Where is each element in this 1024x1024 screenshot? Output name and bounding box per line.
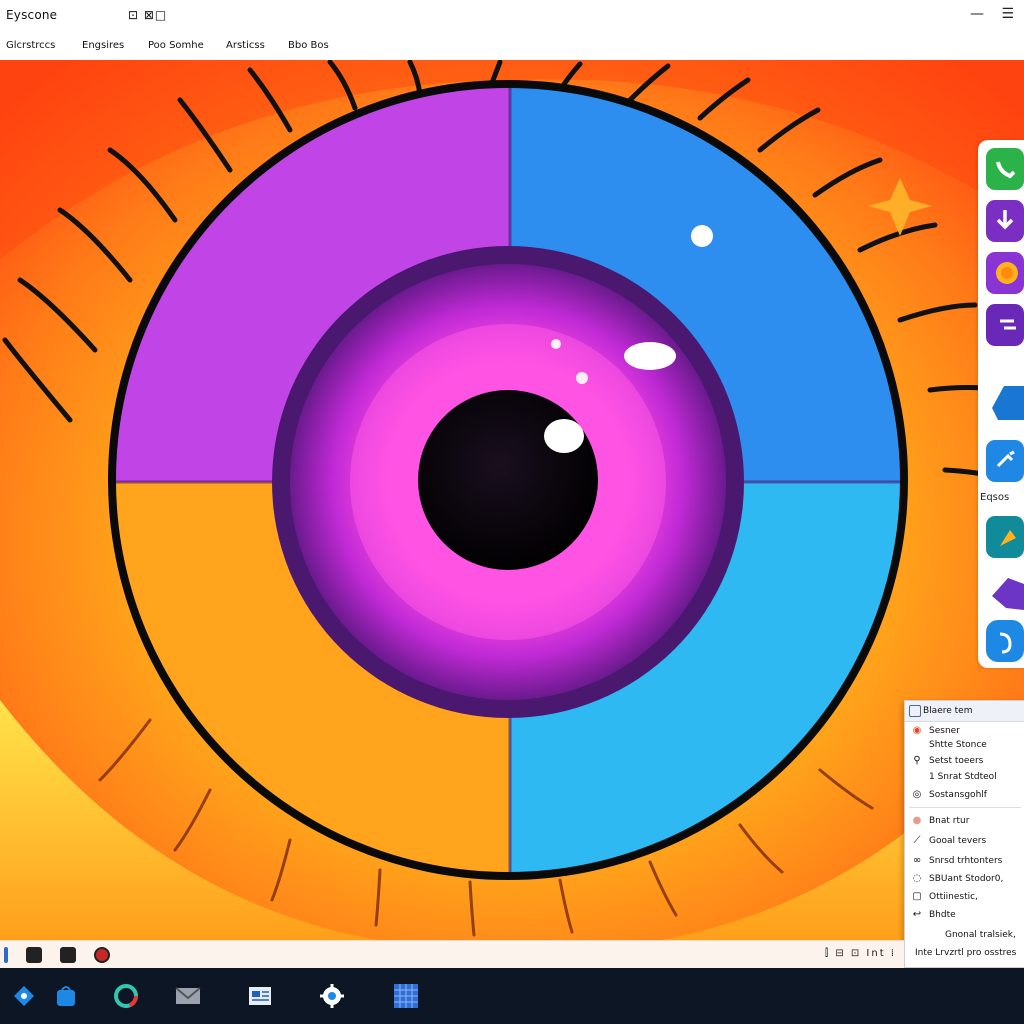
- tool-app-icon[interactable]: [986, 440, 1024, 482]
- brush-icon: ⟋: [913, 835, 921, 846]
- phone-app-icon[interactable]: [986, 148, 1024, 190]
- diamond-app-icon[interactable]: [10, 982, 38, 1010]
- eye-illustration: [0, 60, 1024, 940]
- status-indicator: [4, 947, 8, 963]
- loop-icon: ◌: [912, 873, 922, 884]
- highlight-top: [691, 225, 713, 247]
- terminal-icon[interactable]: [26, 947, 42, 963]
- mail-app-icon[interactable]: [174, 982, 202, 1010]
- menu-option[interactable]: 1 Snrat Stdteol: [905, 769, 1024, 787]
- menu-bar: Glcrstrccs Engsires Poo Somhe Arsticss B…: [0, 32, 1024, 61]
- pupil: [418, 390, 598, 570]
- context-menu-header: Blaere tem: [905, 701, 1024, 722]
- window-title: Eyscone: [6, 8, 58, 22]
- status-right-text: ⫿ ⊟ ⊡ Int ⁞: [824, 948, 896, 959]
- dock-caption: Eqsos: [980, 492, 1010, 503]
- menu-item-4[interactable]: Arsticss: [226, 40, 265, 51]
- title-bar: Eyscone ⊡ ⊠□ — ☰: [0, 0, 1024, 32]
- artwork-canvas[interactable]: [0, 60, 1024, 940]
- menu-option[interactable]: ◌ SBUant Stodor0,: [905, 871, 1024, 889]
- grid-app-icon[interactable]: [392, 982, 420, 1010]
- context-menu-title: Blaere tem: [923, 706, 973, 716]
- highlight-small-2: [551, 339, 561, 349]
- gear-app-icon[interactable]: [318, 982, 346, 1010]
- menu-item-5[interactable]: Bbo Bos: [288, 40, 329, 51]
- shape-app-icon[interactable]: [986, 380, 1024, 422]
- check-icon[interactable]: [60, 947, 76, 963]
- menu-separator: [909, 807, 1021, 808]
- menu-option[interactable]: Inte Lrvzrtl pro osstres: [905, 945, 1024, 963]
- menu-option[interactable]: ∞ Snrsd trhtonters: [905, 853, 1024, 871]
- minimize-icon[interactable]: —: [970, 6, 984, 22]
- color-wheel-icon: ◉: [912, 725, 922, 736]
- app-dock: Eqsos: [978, 140, 1024, 668]
- coin-app-icon[interactable]: [986, 252, 1024, 294]
- title-glyphs: ⊡ ⊠□: [128, 8, 168, 22]
- pin-icon: ⚲: [913, 755, 921, 766]
- bag-app-icon[interactable]: [52, 982, 80, 1010]
- menu-option[interactable]: ⟋ Gooal tevers: [905, 833, 1024, 851]
- document-app-icon[interactable]: [246, 982, 274, 1010]
- swatch-icon: ●: [912, 815, 922, 826]
- highlight-pupil: [544, 419, 584, 453]
- menu-item-2[interactable]: Engsires: [82, 40, 124, 51]
- menu-item-1[interactable]: Glcrstrccs: [6, 40, 55, 51]
- audio-app-icon[interactable]: [986, 620, 1024, 662]
- star-app-icon[interactable]: [986, 570, 1024, 612]
- frame-icon: ▢: [912, 891, 922, 902]
- window-icon: [909, 705, 921, 717]
- menu-option[interactable]: ▢ Ottiinestic,: [905, 889, 1024, 907]
- menu-option[interactable]: ↩ Bhdte: [905, 907, 1024, 925]
- ring-app-icon[interactable]: [112, 982, 140, 1010]
- context-menu: Blaere tem ◉ Sesner Shtte Stonce ⚲ Setst t…: [904, 700, 1024, 968]
- download-app-icon[interactable]: [986, 200, 1024, 242]
- taskbar: [0, 968, 1024, 1024]
- highlight-iris: [624, 342, 676, 370]
- menu-option[interactable]: ● Bnat rtur: [905, 813, 1024, 831]
- menu-lines-icon[interactable]: ☰: [1001, 6, 1014, 22]
- eye-icon: ◎: [912, 789, 922, 800]
- list-app-icon[interactable]: [986, 304, 1024, 346]
- menu-item-3[interactable]: Poo Somhe: [148, 40, 204, 51]
- highlight-small-1: [576, 372, 588, 384]
- teal-app-icon[interactable]: [986, 516, 1024, 558]
- status-bar: ⫿ ⊟ ⊡ Int ⁞: [0, 940, 904, 969]
- curve-icon: ↩: [912, 909, 922, 920]
- record-icon[interactable]: [94, 947, 110, 963]
- menu-option[interactable]: ◎ Sostansgohlf: [905, 787, 1024, 805]
- menu-option[interactable]: Gnonal tralsiek,: [905, 927, 1024, 945]
- shapes-icon: ∞: [912, 855, 922, 866]
